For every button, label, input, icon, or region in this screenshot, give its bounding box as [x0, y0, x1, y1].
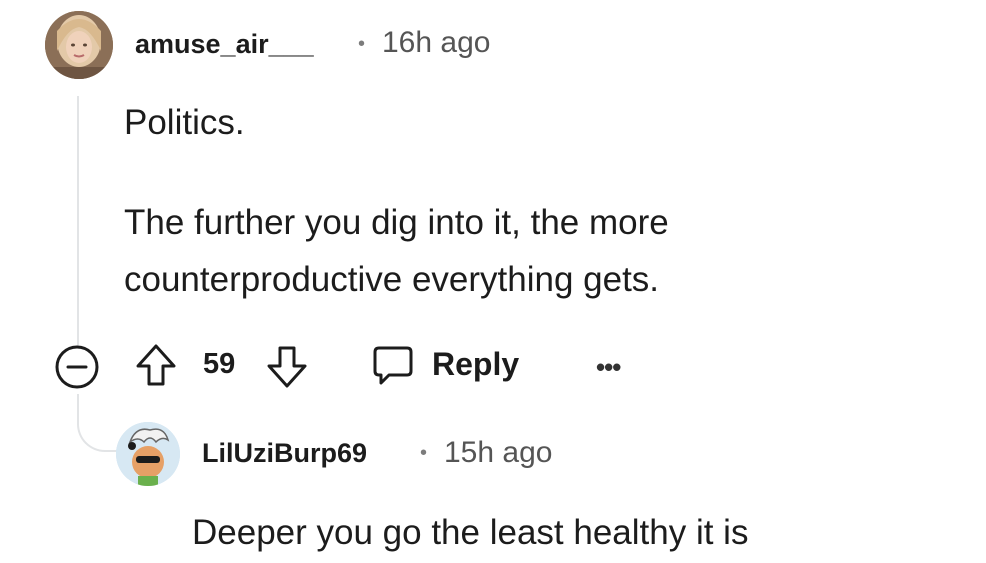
comment-timestamp: 16h ago [382, 26, 491, 59]
separator-dot: • [420, 442, 428, 464]
reply-username[interactable]: LilUziBurp69 [202, 438, 367, 469]
avatar-image [45, 11, 113, 79]
ellipsis-icon: ••• [596, 352, 621, 382]
separator-dot: • [358, 33, 366, 55]
comment-thread: amuse_air___ • 16h ago Politics. The fur… [0, 0, 986, 563]
downvote-button[interactable] [265, 344, 309, 395]
collapse-button[interactable] [54, 344, 100, 390]
thread-line[interactable] [77, 96, 79, 346]
comment-body-paragraph-1: Politics. [124, 103, 245, 142]
reply-label[interactable]: Reply [432, 346, 519, 383]
avatar[interactable] [45, 11, 113, 79]
comment-body-paragraph-2-line-2: counterproductive everything gets. [124, 260, 660, 299]
arrow-down-icon [267, 346, 307, 388]
upvote-button[interactable] [134, 342, 178, 393]
speech-bubble-icon [373, 346, 413, 385]
reply-connector-line [77, 394, 123, 452]
arrow-up-icon [136, 344, 176, 386]
more-options-button[interactable]: ••• [596, 352, 621, 383]
reply-avatar[interactable] [116, 422, 180, 486]
reply-button[interactable] [370, 344, 416, 393]
comment-username[interactable]: amuse_air___ [135, 29, 314, 60]
reply-body: Deeper you go the least healthy it is [192, 513, 749, 552]
avatar-image [116, 422, 180, 486]
comment-body-paragraph-2-line-1: The further you dig into it, the more [124, 203, 669, 242]
minus-circle-icon [55, 345, 99, 389]
reply-timestamp: 15h ago [444, 436, 553, 469]
vote-count: 59 [203, 348, 236, 380]
